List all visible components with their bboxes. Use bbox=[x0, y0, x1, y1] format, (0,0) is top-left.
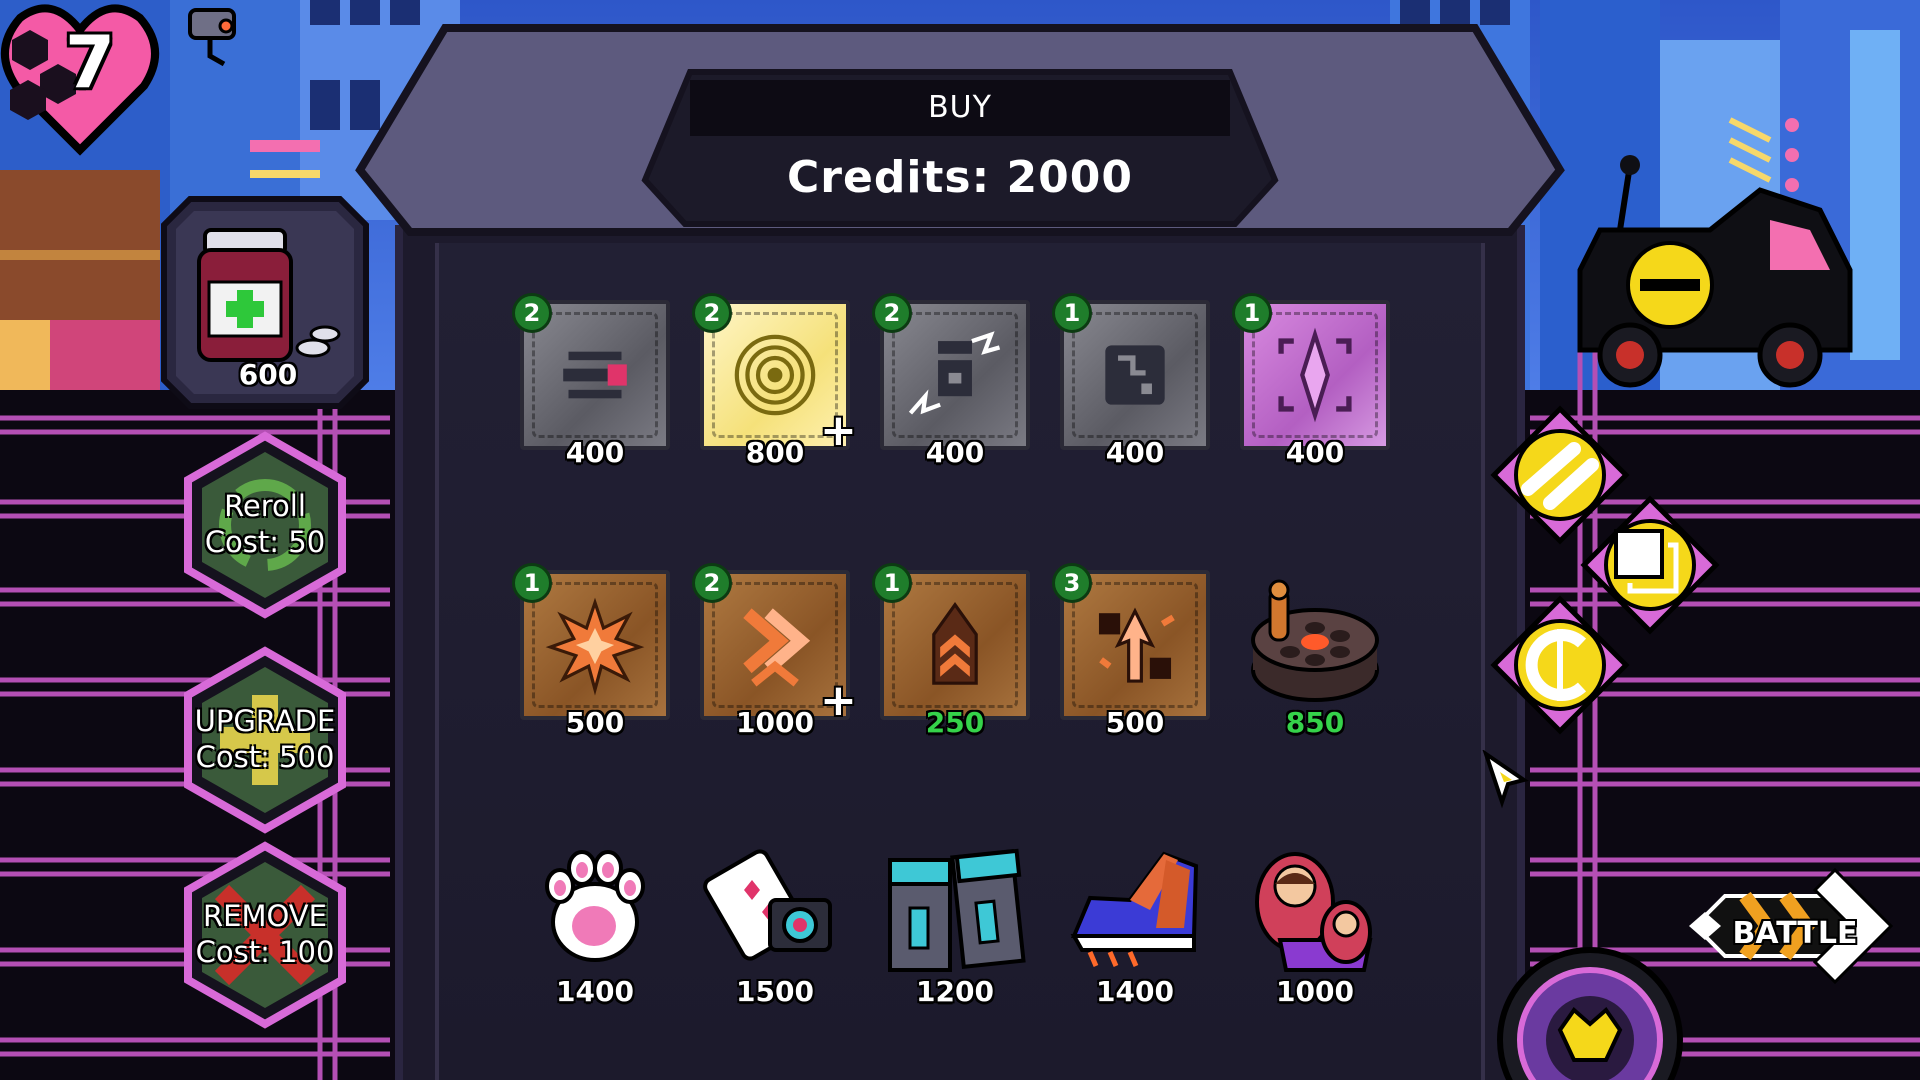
relic-price: 1400 bbox=[556, 975, 634, 1008]
revolver-cylinder-icon[interactable] bbox=[1240, 570, 1390, 710]
upgrade-cost: Cost: 500 bbox=[195, 740, 335, 774]
card-price: 500 bbox=[565, 706, 625, 739]
card-camera-icon[interactable] bbox=[700, 840, 850, 980]
relic-price: 1500 bbox=[736, 975, 814, 1008]
remove-button[interactable]: REMOVE Cost: 100 bbox=[180, 840, 350, 1030]
card-count-badge: 2 bbox=[692, 293, 732, 333]
crystal-target-icon bbox=[1278, 327, 1352, 423]
battery-pack-icon[interactable] bbox=[880, 840, 1030, 980]
reroll-button[interactable]: Reroll Cost: 50 bbox=[180, 430, 350, 620]
upgrade-label: UPGRADE bbox=[194, 704, 336, 738]
lightning-robot-icon bbox=[908, 331, 1001, 415]
shop-title: BUY bbox=[928, 90, 992, 125]
card-count-badge: 2 bbox=[512, 293, 552, 333]
potion-jar-icon[interactable] bbox=[185, 220, 345, 370]
explosion-icon bbox=[545, 597, 645, 696]
stacked-bars-icon bbox=[563, 351, 627, 399]
credits-counter: Credits: 2000 bbox=[786, 152, 1133, 203]
remove-label: REMOVE bbox=[203, 899, 327, 933]
rank-chevron-icon bbox=[932, 601, 978, 685]
item-price: 850 bbox=[1285, 706, 1345, 739]
circuit-square-icon bbox=[1105, 345, 1165, 405]
potion-price: 600 bbox=[238, 358, 298, 391]
card-count-badge: 1 bbox=[1232, 293, 1272, 333]
paw-icon[interactable] bbox=[520, 840, 670, 980]
nesting-doll-icon[interactable] bbox=[1240, 840, 1390, 980]
card-count-badge: 1 bbox=[512, 563, 552, 603]
card-price: 400 bbox=[1285, 436, 1345, 469]
relic-price: 1200 bbox=[916, 975, 994, 1008]
card-price: 500 bbox=[1105, 706, 1165, 739]
character-emblem-icon bbox=[1497, 947, 1683, 1080]
card-count-badge: 1 bbox=[1052, 293, 1092, 333]
credits-button[interactable] bbox=[1490, 595, 1630, 735]
card-price: 250 bbox=[925, 706, 985, 739]
relic-price: 1400 bbox=[1096, 975, 1174, 1008]
car-icon bbox=[1577, 155, 1853, 388]
card-count-badge: 1 bbox=[872, 563, 912, 603]
card-count-badge: 2 bbox=[872, 293, 912, 333]
upgrade-plus-icon: + bbox=[820, 675, 857, 726]
card-count-badge: 2 bbox=[692, 563, 732, 603]
lives-counter: 7 bbox=[64, 20, 116, 104]
upgrade-button[interactable]: UPGRADE Cost: 500 bbox=[180, 645, 350, 835]
double-chevron-icon bbox=[743, 608, 811, 687]
reroll-cost: Cost: 50 bbox=[204, 525, 326, 559]
sneaker-icon[interactable] bbox=[1060, 840, 1210, 980]
card-price: 400 bbox=[565, 436, 625, 469]
relic-price: 1000 bbox=[1276, 975, 1354, 1008]
reroll-label: Reroll bbox=[224, 489, 306, 523]
card-price: 400 bbox=[925, 436, 985, 469]
card-count-badge: 3 bbox=[1052, 563, 1092, 603]
concentric-rings-icon bbox=[734, 334, 816, 416]
upgrade-plus-icon: + bbox=[820, 405, 857, 456]
remove-cost: Cost: 100 bbox=[195, 935, 335, 969]
arrow-burst-icon bbox=[1098, 607, 1175, 683]
cursor-pointer-icon bbox=[1482, 750, 1529, 809]
card-price: 400 bbox=[1105, 436, 1165, 469]
battle-label: BATTLE bbox=[1732, 916, 1858, 951]
